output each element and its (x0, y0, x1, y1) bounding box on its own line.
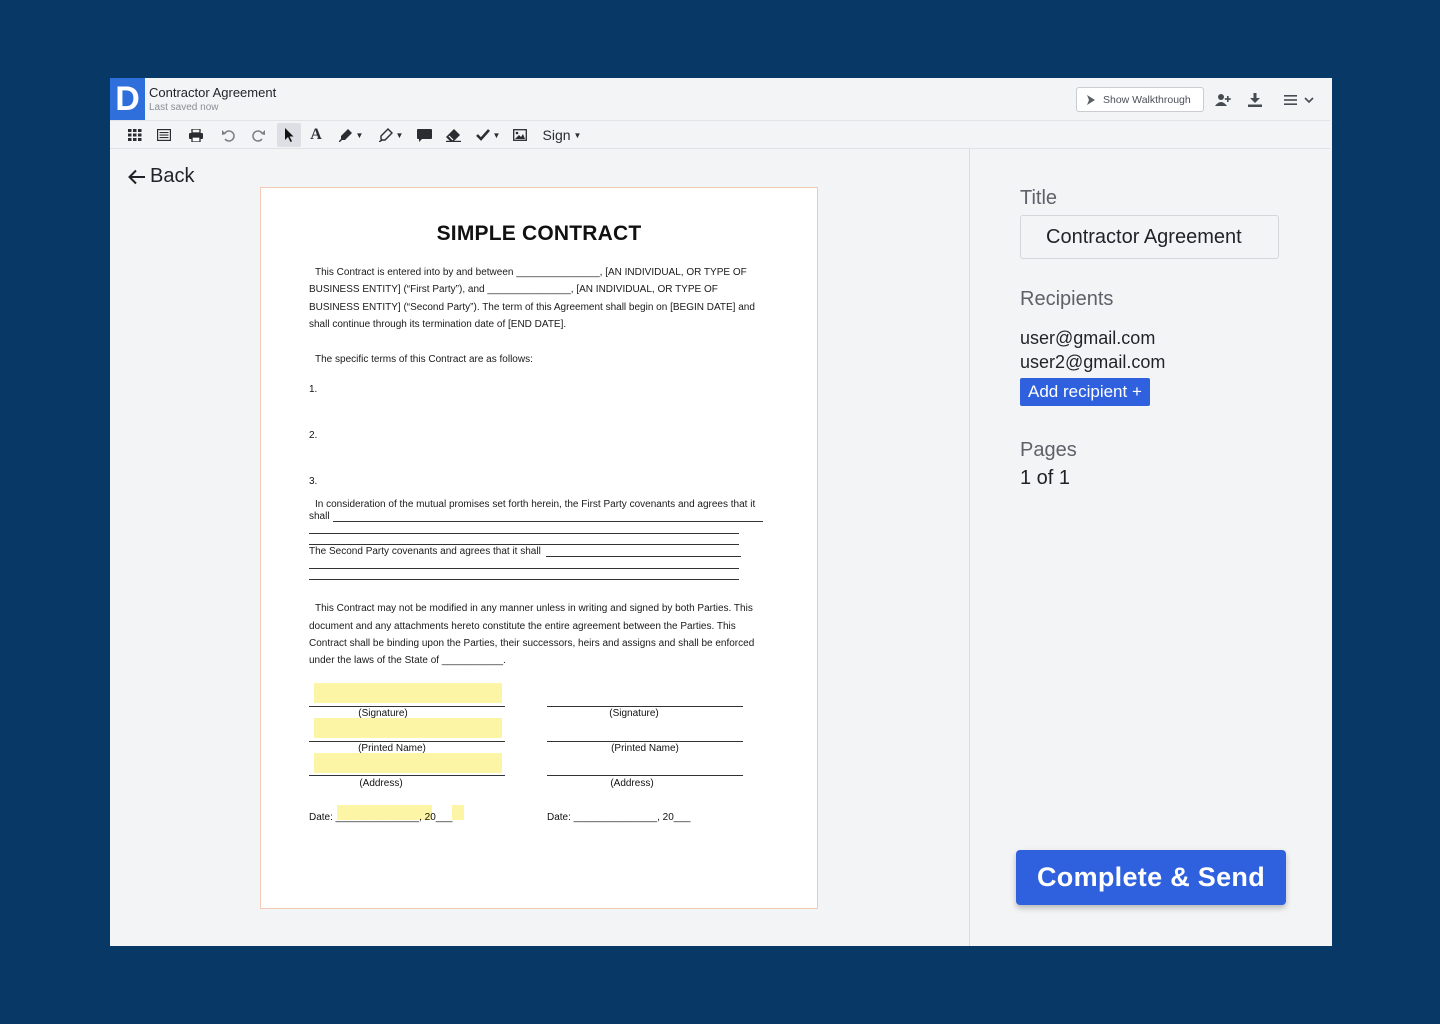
contract-title: SIMPLE CONTRACT (436, 222, 642, 245)
title-label: Title (1020, 187, 1058, 209)
image-icon[interactable] (509, 123, 531, 147)
address-field[interactable] (314, 753, 502, 773)
printed-name-label: (Printed Name) (611, 743, 679, 754)
app-window: D Contractor Agreement Last saved now Sh… (110, 78, 1332, 946)
signature-label: (Signature) (609, 708, 659, 719)
blank-line (309, 533, 739, 534)
app-header: D Contractor Agreement Last saved now Sh… (110, 78, 1330, 121)
term-item-1: 1. (309, 384, 318, 395)
back-link[interactable]: Back (128, 165, 194, 188)
consideration-line-2: shall (309, 511, 330, 522)
year-field[interactable] (452, 805, 464, 820)
cursor-icon[interactable] (277, 123, 301, 147)
pages-label: Pages (1020, 439, 1077, 461)
modify-line-4: under the laws of the State of _________… (309, 655, 506, 666)
grid-icon[interactable] (124, 123, 146, 147)
walkthrough-label: Show Walkthrough (1103, 93, 1191, 106)
list-icon[interactable] (153, 123, 175, 147)
pages-count: 1 of 1 (1020, 467, 1071, 489)
document-title[interactable]: Contractor Agreement (149, 85, 276, 100)
term-item-2: 2. (309, 430, 318, 441)
blank-line (546, 556, 741, 557)
checkmark-caret-icon: ▼ (492, 130, 501, 140)
intro-line-3: BUSINESS ENTITY] (“Second Party”). The t… (309, 302, 755, 313)
document-settings-panel: Title Contractor Agreement Recipients us… (969, 149, 1332, 946)
address-line (309, 775, 505, 776)
pen-tool[interactable]: ▼ (334, 123, 368, 147)
hamburger-icon (1284, 95, 1297, 105)
add-recipient-button[interactable]: Add recipient + (1020, 378, 1150, 406)
intro-line-4: shall continue through its termination d… (309, 319, 567, 330)
sign-caret-icon: ▼ (573, 130, 582, 140)
blank-line (333, 521, 763, 522)
menu-dropdown[interactable] (1280, 89, 1318, 111)
complete-and-send-button[interactable]: Complete & Send (1016, 850, 1286, 905)
signature-field[interactable] (314, 683, 502, 703)
intro-line-2: BUSINESS ENTITY] (“First Party”), and __… (309, 284, 718, 295)
download-icon[interactable] (1244, 89, 1266, 111)
show-walkthrough-button[interactable]: Show Walkthrough (1076, 87, 1204, 112)
recipient-item: user@gmail.com (1020, 328, 1156, 348)
sign-label: Sign (542, 127, 571, 143)
pen-caret-icon: ▼ (355, 130, 364, 140)
terms-intro: The specific terms of this Contract are … (315, 354, 533, 365)
title-input[interactable]: Contractor Agreement (1020, 215, 1279, 259)
blank-line (309, 568, 739, 569)
printed-name-line (309, 741, 505, 742)
comment-icon[interactable] (413, 123, 435, 147)
modify-line-2: document and any attachments hereto cons… (309, 621, 736, 632)
printed-name-line (547, 741, 743, 742)
checkmark-icon (475, 129, 490, 141)
modify-line-3: Contract shall be binding upon the Parti… (309, 638, 755, 649)
date-left: Date: _______________, 20___ (309, 812, 453, 823)
app-logo: D (110, 78, 145, 120)
chevron-down-icon (1304, 97, 1314, 104)
date-right: Date: _______________, 20___ (547, 812, 691, 823)
second-party-line: The Second Party covenants and agrees th… (309, 546, 541, 557)
pen-icon (338, 129, 352, 142)
contract-page: SIMPLE CONTRACT This Contract is entered… (260, 187, 818, 909)
editor-toolbar: A ▼ ▼ ▼ Sign ▼ (110, 121, 1330, 149)
recipients-label: Recipients (1020, 288, 1114, 310)
intro-line-1: This Contract is entered into by and bet… (315, 267, 747, 278)
undo-icon[interactable] (218, 123, 240, 147)
eraser-icon[interactable] (442, 123, 464, 147)
modify-line-1: This Contract may not be modified in any… (315, 603, 753, 614)
save-status: Last saved now (149, 102, 219, 113)
address-label: (Address) (610, 778, 654, 789)
highlighter-tool[interactable]: ▼ (374, 123, 408, 147)
checkmark-tool[interactable]: ▼ (470, 123, 506, 147)
back-label: Back (150, 165, 195, 187)
arrow-left-icon (128, 169, 145, 184)
blank-line (309, 579, 739, 580)
term-item-3: 3. (309, 476, 318, 487)
text-icon[interactable]: A (306, 123, 326, 147)
play-pointer-icon (1087, 94, 1095, 105)
redo-icon[interactable] (247, 123, 269, 147)
address-line (547, 775, 743, 776)
highlighter-icon (378, 128, 393, 142)
highlighter-caret-icon: ▼ (395, 130, 404, 140)
recipient-item: user2@gmail.com (1020, 352, 1166, 372)
add-user-icon[interactable] (1212, 89, 1234, 111)
document-canvas: Back SIMPLE CONTRACT This Contract is en… (110, 149, 969, 946)
address-label: (Address) (359, 778, 403, 789)
print-icon[interactable] (185, 123, 207, 147)
signature-line (309, 706, 505, 707)
signature-line (547, 706, 743, 707)
printed-name-field[interactable] (314, 718, 502, 738)
sign-dropdown[interactable]: Sign ▼ (538, 123, 586, 147)
